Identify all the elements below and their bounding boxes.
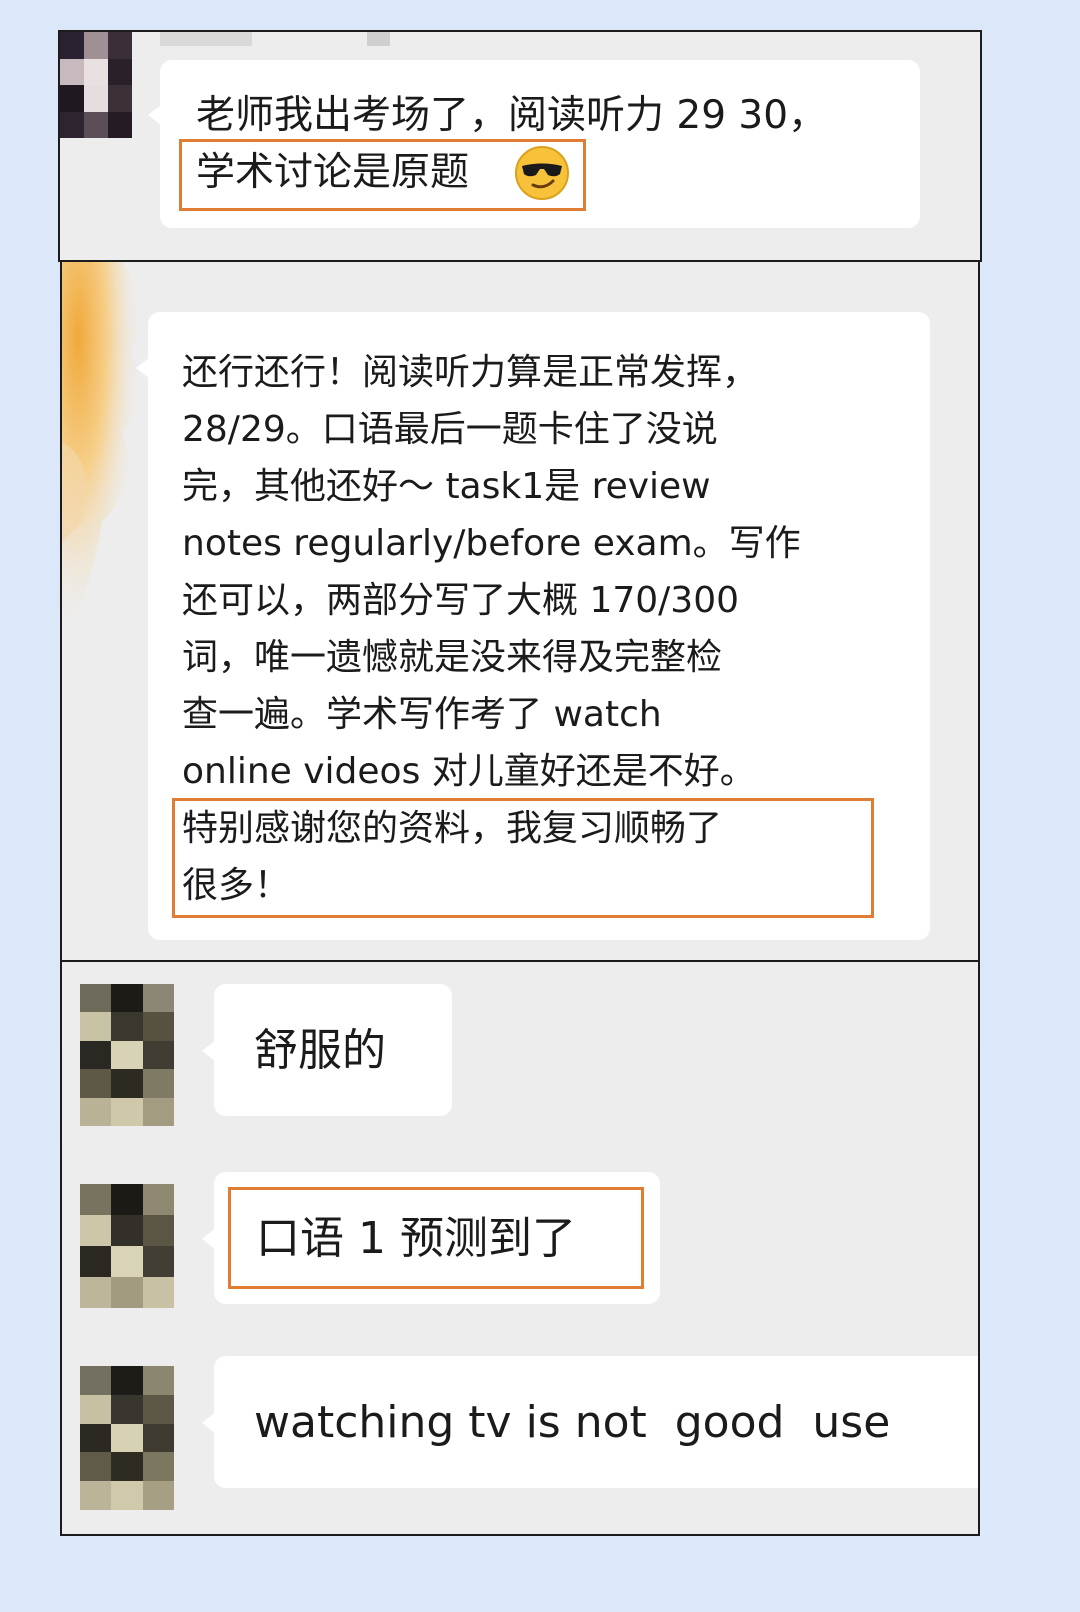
message-text-line: 词，唯一遗憾就是没来得及完整检 <box>182 637 723 678</box>
message-text: 口语 1 预测到了 <box>256 1213 576 1264</box>
bubble-tail <box>202 1040 216 1062</box>
avatar[interactable] <box>60 32 132 138</box>
message-text-line: 老师我出考场了，阅读听力 29 30， <box>196 93 828 138</box>
message-text-line: 28/29。口语最后一题卡住了没说 <box>182 409 718 450</box>
message-text-line: 完，其他还好～ task1是 review <box>182 466 711 507</box>
message-text-line: 还可以，两部分写了大概 170/300 <box>182 580 739 621</box>
message-text-line: 查一遍。学术写作考了 watch <box>182 694 662 735</box>
highlight-box <box>172 798 874 918</box>
avatar[interactable] <box>80 984 174 1126</box>
chat-panel-1: 老师我出考场了，阅读听力 29 30， 学术讨论是原题 <box>58 30 982 262</box>
message-text-line: notes regularly/before exam。写作 <box>182 523 801 564</box>
message-text: watching tv is not good use <box>254 1397 891 1448</box>
bubble-tail <box>202 1412 216 1434</box>
avatar[interactable] <box>80 1184 174 1308</box>
message-text-line: online videos 对儿童好还是不好。 <box>182 751 756 792</box>
bubble-tail <box>136 357 150 379</box>
sunglasses-emoji-icon <box>515 146 569 200</box>
bubble-tail <box>202 1228 216 1250</box>
bubble-tail <box>148 104 162 126</box>
message-text: 舒服的 <box>254 1025 386 1076</box>
message-text-line: 还行还行！阅读听力算是正常发挥， <box>182 352 759 393</box>
message-text-line: 学术讨论是原题 <box>196 150 470 195</box>
avatar[interactable] <box>80 1366 174 1510</box>
cropped-header-fragment <box>160 32 620 46</box>
chat-panel-3: 舒服的 口语 1 预测到了 watching tv is not good us… <box>60 960 980 1536</box>
chat-panel-2: 还行还行！阅读听力算是正常发挥， 28/29。口语最后一题卡住了没说 完，其他还… <box>60 260 980 962</box>
